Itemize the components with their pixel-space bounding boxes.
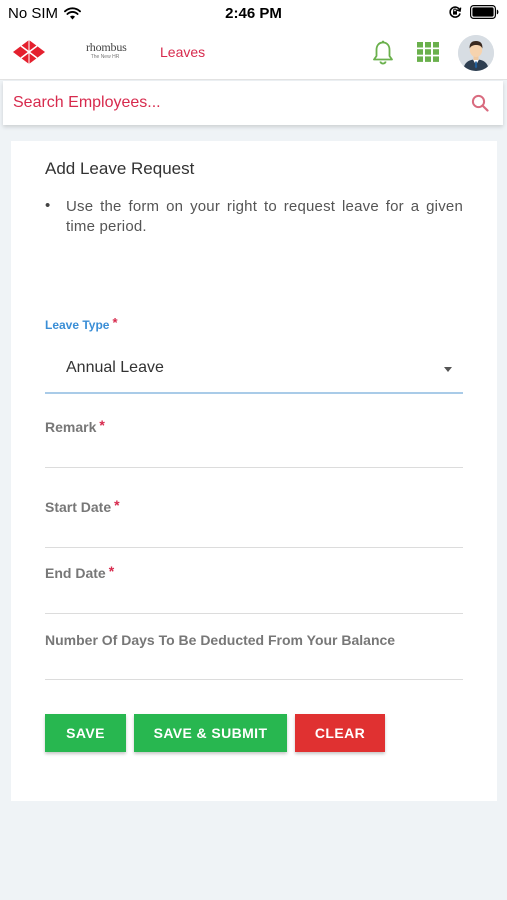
- field-underline: [45, 679, 463, 680]
- leave-type-label: Leave Type *: [45, 315, 118, 332]
- page-title: Add Leave Request: [45, 159, 195, 178]
- save-and-submit-button[interactable]: SAVE & SUBMIT: [134, 714, 287, 752]
- status-right: [448, 5, 499, 19]
- days-deducted-label: Number Of Days To Be Deducted From Your …: [45, 632, 396, 648]
- days-deducted-field[interactable]: Number Of Days To Be Deducted From Your …: [45, 632, 463, 682]
- leave-request-card: Add Leave Request • Use the form on your…: [11, 141, 497, 801]
- rotation-lock-icon: [449, 6, 462, 18]
- required-mark: *: [99, 417, 105, 433]
- bullet-marker: •: [45, 197, 51, 214]
- remark-label-text: Remark: [45, 419, 97, 435]
- search-bar: [3, 81, 503, 125]
- field-underline: [45, 613, 463, 614]
- end-date-field[interactable]: End Date *: [45, 563, 463, 615]
- user-avatar-icon: [458, 35, 494, 71]
- start-date-label-text: Start Date: [45, 499, 112, 515]
- status-bar: No SIM 2:46 PM: [0, 0, 507, 28]
- instruction-text: Use the form on your right to request le…: [66, 198, 463, 235]
- clear-button[interactable]: CLEAR: [295, 714, 385, 752]
- search-icon[interactable]: [471, 94, 489, 112]
- save-button[interactable]: SAVE: [45, 714, 126, 752]
- end-date-label-text: End Date: [45, 565, 106, 581]
- leave-type-label-text: Leave Type: [45, 318, 110, 332]
- battery-icon: [470, 5, 499, 19]
- brand-tagline: The New HR: [90, 54, 120, 60]
- apps-grid-icon[interactable]: [417, 42, 439, 62]
- avatar[interactable]: [458, 35, 494, 71]
- brand-logo: rhombus The New HR: [86, 40, 127, 66]
- field-underline: [45, 547, 463, 548]
- leave-type-field[interactable]: Leave Type * Annual Leave: [45, 315, 463, 396]
- app-header: rhombus The New HR Leaves: [0, 28, 507, 80]
- field-underline-active: [45, 392, 463, 394]
- chevron-down-icon[interactable]: [444, 367, 452, 372]
- required-mark: *: [108, 563, 115, 579]
- status-time: 2:46 PM: [225, 5, 282, 22]
- field-underline: [45, 467, 463, 468]
- bell-icon[interactable]: [371, 40, 395, 66]
- rhombus-logo-icon[interactable]: [12, 39, 46, 65]
- end-date-label: End Date *: [45, 563, 115, 581]
- form-actions: SAVE SAVE & SUBMIT CLEAR: [45, 714, 385, 752]
- remark-field[interactable]: Remark *: [45, 417, 463, 469]
- search-input[interactable]: [13, 90, 453, 116]
- start-date-label: Start Date *: [45, 497, 120, 515]
- brand-name: rhombus: [86, 40, 127, 54]
- nav-title-leaves[interactable]: Leaves: [160, 44, 205, 60]
- required-mark: *: [114, 497, 120, 513]
- remark-label: Remark *: [45, 417, 105, 435]
- required-mark: *: [112, 315, 118, 330]
- leave-type-select-value[interactable]: Annual Leave: [66, 359, 164, 377]
- instruction-list: • Use the form on your right to request …: [45, 197, 463, 237]
- start-date-field[interactable]: Start Date *: [45, 497, 463, 549]
